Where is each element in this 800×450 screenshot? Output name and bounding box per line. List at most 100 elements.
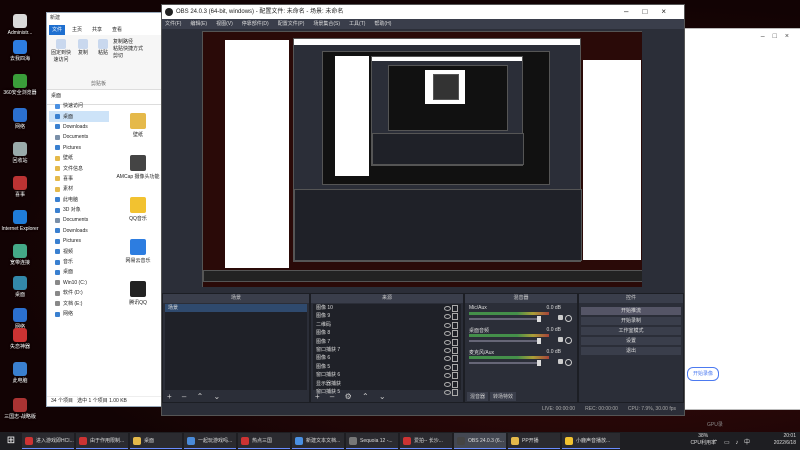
- visibility-eye-icon[interactable]: [444, 381, 451, 387]
- visibility-eye-icon[interactable]: [444, 306, 451, 311]
- taskbar-app-button[interactable]: PP开播: [508, 433, 560, 449]
- lock-icon[interactable]: [452, 330, 458, 338]
- taskbar-app-button[interactable]: Sequoia 12 -...: [346, 433, 398, 449]
- start-streaming-button[interactable]: 开始推流: [581, 307, 681, 315]
- nav-item[interactable]: 3D 对象: [49, 205, 109, 215]
- nav-item[interactable]: 文件信息: [49, 163, 109, 173]
- desktop-icon[interactable]: 网络: [0, 108, 40, 142]
- source-item[interactable]: 窗口捕获 7: [313, 346, 461, 354]
- lock-icon[interactable]: [452, 321, 458, 329]
- nav-item[interactable]: Pictures: [49, 236, 109, 246]
- exit-button[interactable]: 退出: [581, 347, 681, 355]
- obs-window-controls[interactable]: –□×: [624, 5, 680, 19]
- taskbar-app-button[interactable]: 热点三国: [238, 433, 290, 449]
- window-controls[interactable]: –□×: [761, 33, 797, 40]
- lock-icon[interactable]: [452, 346, 458, 354]
- menu-item[interactable]: 文件(F): [165, 19, 181, 29]
- nav-item[interactable]: Win10 (C:): [49, 278, 109, 288]
- file-item[interactable]: QQ音乐: [113, 197, 163, 237]
- gear-icon[interactable]: [565, 315, 572, 322]
- taskbar-app-button[interactable]: 进入游戏即HCI...: [22, 433, 74, 449]
- volume-slider[interactable]: [469, 362, 541, 364]
- mixer-tab[interactable]: 混音器: [467, 392, 489, 401]
- volume-slider-handle[interactable]: [537, 360, 541, 366]
- nav-item[interactable]: 桌面: [49, 267, 109, 277]
- lock-icon[interactable]: [452, 355, 458, 363]
- ribbon-tab-3[interactable]: 查看: [109, 25, 125, 35]
- source-item[interactable]: 图像 6: [313, 354, 461, 363]
- lock-icon[interactable]: [452, 305, 458, 312]
- nav-item[interactable]: 快速访问: [49, 101, 109, 111]
- nav-item[interactable]: 音乐: [49, 257, 109, 267]
- paste-shortcut-button[interactable]: 粘贴快捷方式: [113, 46, 143, 53]
- taskbar-app-button[interactable]: 桌面: [130, 433, 182, 449]
- source-item[interactable]: 图像 8: [313, 329, 461, 338]
- copy-path-button[interactable]: 复制路径: [113, 39, 143, 46]
- nav-item[interactable]: 视频: [49, 246, 109, 256]
- desktop-icon[interactable]: 360安全浏览器: [0, 74, 40, 108]
- speaker-icon[interactable]: [558, 337, 563, 342]
- source-item[interactable]: 图像 9: [313, 312, 461, 321]
- tray-icons[interactable]: ⌃ ▭ ♪ 中: [713, 437, 752, 446]
- source-item[interactable]: 窗口捕获 6: [313, 371, 461, 380]
- source-item[interactable]: 图像 10: [313, 304, 461, 312]
- lock-icon[interactable]: [452, 380, 458, 388]
- menu-item[interactable]: 编辑(E): [190, 19, 207, 29]
- visibility-eye-icon[interactable]: [444, 331, 451, 337]
- menu-item[interactable]: 停靠部件(D): [242, 19, 269, 29]
- menu-item[interactable]: 场景集合(S): [313, 19, 340, 29]
- desktop-icon[interactable]: 三国志-战略版: [0, 398, 40, 432]
- visibility-eye-icon[interactable]: [444, 356, 451, 362]
- mixer-tab[interactable]: 转场特效: [490, 392, 517, 401]
- start-recording-button[interactable]: 开始录像: [687, 367, 719, 381]
- nav-item[interactable]: 文档 (E:): [49, 298, 109, 308]
- gear-icon[interactable]: [565, 359, 572, 366]
- clock[interactable]: 20:01 2022/6/18: [774, 433, 796, 447]
- nav-item[interactable]: 网络: [49, 309, 109, 319]
- source-item[interactable]: 图像 7: [313, 338, 461, 346]
- scene-item[interactable]: 场景: [165, 304, 307, 312]
- gear-icon[interactable]: [565, 337, 572, 344]
- file-item[interactable]: 腾讯QQ: [113, 281, 163, 321]
- desktop-icon[interactable]: 回收站: [0, 142, 40, 176]
- nav-item[interactable]: Pictures: [49, 143, 109, 153]
- desktop-icon[interactable]: 失恋神器: [0, 328, 40, 362]
- taskbar-app-button[interactable]: 由于作用限制...: [76, 433, 128, 449]
- file-item[interactable]: 网易云音乐: [113, 239, 163, 279]
- visibility-eye-icon[interactable]: [444, 339, 451, 345]
- lock-icon[interactable]: [452, 363, 458, 371]
- taskbar-app-button[interactable]: OBS 24.0.3 (6...: [454, 433, 506, 449]
- nav-item[interactable]: 软件 (D:): [49, 288, 109, 298]
- taskbar-app-button[interactable]: 小鹿声音播放...: [562, 433, 620, 449]
- obs-preview-canvas[interactable]: [202, 31, 642, 287]
- nav-item[interactable]: 喜事: [49, 174, 109, 184]
- file-item[interactable]: AMCap 摄像头功能: [113, 155, 163, 195]
- paste-button[interactable]: 粘贴: [91, 39, 115, 56]
- sources-toolbar[interactable]: + – ⚙ ⌃ ⌄: [315, 392, 390, 401]
- desktop-icon[interactable]: 去我四海: [0, 40, 40, 74]
- ribbon-tab-2[interactable]: 共享: [89, 25, 105, 35]
- nav-item[interactable]: 此电脑: [49, 195, 109, 205]
- menu-item[interactable]: 视图(V): [216, 19, 233, 29]
- studio-mode-button[interactable]: 工作室模式: [581, 327, 681, 335]
- desktop-icon[interactable]: 桌面: [0, 276, 40, 310]
- desktop-icon[interactable]: 宽带连接: [0, 244, 40, 278]
- ribbon-tab-1[interactable]: 主页: [69, 25, 85, 35]
- nav-item[interactable]: 桌面: [49, 111, 109, 122]
- nav-item[interactable]: Documents: [49, 215, 109, 225]
- desktop-icon[interactable]: 此电脑: [0, 362, 40, 396]
- lock-icon[interactable]: [452, 372, 458, 380]
- pin-quick-access-button[interactable]: 固定到快速访问: [49, 39, 73, 63]
- source-item[interactable]: 图像 5: [313, 363, 461, 371]
- speaker-icon[interactable]: [558, 315, 563, 320]
- file-item[interactable]: 壁纸: [113, 113, 163, 153]
- ribbon-tab-0[interactable]: 文件: [49, 25, 66, 35]
- nav-item[interactable]: Downloads: [49, 226, 109, 236]
- nav-item[interactable]: Documents: [49, 132, 109, 142]
- taskbar-app-button[interactable]: 一起玩游戏吗...: [184, 433, 236, 449]
- menu-item[interactable]: 配置文件(P): [278, 19, 305, 29]
- start-recording-button[interactable]: 开始录制: [581, 317, 681, 325]
- speaker-icon[interactable]: [558, 359, 563, 364]
- volume-slider-handle[interactable]: [537, 316, 541, 322]
- visibility-eye-icon[interactable]: [444, 373, 451, 379]
